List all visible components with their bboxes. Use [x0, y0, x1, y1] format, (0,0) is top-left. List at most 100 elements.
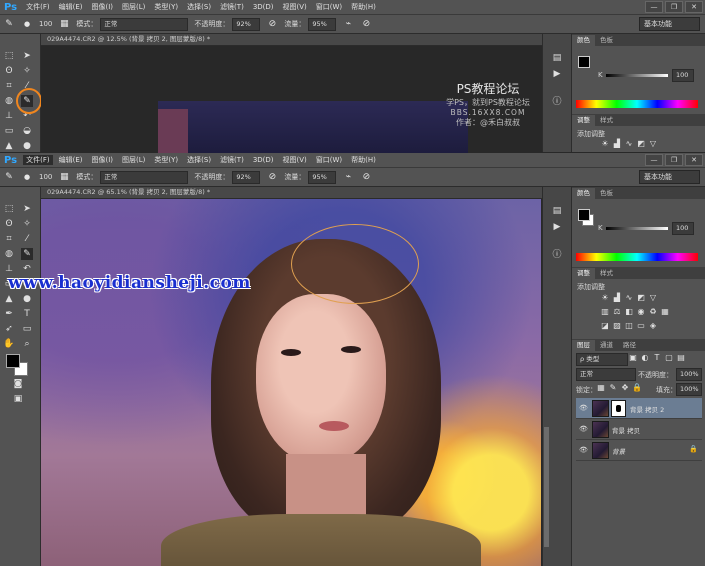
- opacity-input-2[interactable]: 92%: [232, 170, 261, 184]
- tab-adjustments[interactable]: 调整: [572, 115, 595, 126]
- history-panel-icon-2[interactable]: ▤: [551, 205, 563, 217]
- menu-3d-2[interactable]: 3D(D): [250, 156, 277, 164]
- pressure-opacity-icon[interactable]: ⊘: [266, 18, 278, 30]
- lock-move-icon[interactable]: ✥: [620, 383, 630, 393]
- path-select-icon[interactable]: ➶: [3, 323, 15, 335]
- k-slider-2[interactable]: [606, 227, 668, 230]
- menu-select-2[interactable]: 选择(S): [184, 155, 214, 165]
- brush-preset-icon[interactable]: ●: [21, 18, 33, 30]
- flow-input[interactable]: 95%: [308, 17, 337, 31]
- menu-window[interactable]: 窗口(W): [313, 2, 345, 12]
- menu-help-2[interactable]: 帮助(H): [348, 155, 379, 165]
- marquee-tool-icon[interactable]: ⬚: [3, 50, 15, 62]
- wand-tool-icon-2[interactable]: ✧: [21, 218, 33, 230]
- k-value-input[interactable]: 100: [672, 69, 694, 82]
- menu-edit-2[interactable]: 编辑(E): [56, 155, 86, 165]
- screen-mode-icon[interactable]: ▣: [12, 393, 24, 405]
- invert-icon[interactable]: ◪: [600, 321, 610, 331]
- type-tool-icon[interactable]: T: [21, 308, 33, 320]
- tab-paths[interactable]: 路径: [618, 340, 641, 351]
- quick-mask-icon[interactable]: ◙: [12, 378, 24, 390]
- tab-swatches[interactable]: 色板: [595, 35, 618, 46]
- zoom-tool-icon[interactable]: ⌕: [21, 338, 33, 350]
- stamp-tool-icon[interactable]: ⊥: [3, 110, 15, 122]
- color-lookup-icon[interactable]: ▦: [660, 307, 670, 317]
- crop-tool-icon[interactable]: ⌗: [3, 80, 15, 92]
- menu-file-2[interactable]: 文件(F): [23, 155, 53, 165]
- photo-filter-icon[interactable]: ◉: [636, 307, 646, 317]
- tab-color-2[interactable]: 颜色: [572, 188, 595, 199]
- exposure-icon[interactable]: ◩: [636, 139, 646, 149]
- menu-file[interactable]: 文件(F): [23, 2, 53, 12]
- menu-select[interactable]: 选择(S): [184, 2, 214, 12]
- wand-tool-icon[interactable]: ✧: [21, 65, 33, 77]
- layer-name[interactable]: 背景 拷贝: [612, 425, 640, 435]
- filter-smart-icon[interactable]: ▤: [676, 353, 686, 363]
- restore-button-2[interactable]: ❐: [665, 154, 683, 166]
- move-tool-icon-2[interactable]: ➤: [21, 203, 33, 215]
- exposure-icon-2[interactable]: ◩: [636, 293, 646, 303]
- color-spectrum-bar[interactable]: [576, 100, 698, 108]
- brush-tool-icon[interactable]: ✎: [3, 18, 15, 30]
- eyedropper-tool-icon-2[interactable]: ⁄: [21, 233, 33, 245]
- menu-type-2[interactable]: 类型(Y): [151, 155, 181, 165]
- move-tool-icon[interactable]: ➤: [21, 50, 33, 62]
- tab-styles[interactable]: 样式: [595, 115, 618, 126]
- layer-row[interactable]: 👁 背景 拷贝: [576, 419, 702, 440]
- color-spectrum-bar-2[interactable]: [576, 253, 698, 261]
- menu-filter[interactable]: 滤镜(T): [217, 2, 247, 12]
- lock-paint-icon[interactable]: ✎: [608, 383, 618, 393]
- mode-select-2[interactable]: 正常: [100, 170, 189, 184]
- black-white-icon[interactable]: ◧: [624, 307, 634, 317]
- posterize-icon[interactable]: ▨: [612, 321, 622, 331]
- pen-tool-icon[interactable]: ✒: [3, 308, 15, 320]
- properties-panel-icon[interactable]: ⓘ: [551, 96, 563, 108]
- layer-mask-thumbnail[interactable]: [611, 400, 626, 417]
- actions-panel-icon[interactable]: ▶: [551, 68, 563, 80]
- menu-3d[interactable]: 3D(D): [250, 3, 277, 11]
- brush-panel-icon-2[interactable]: ▦: [58, 171, 70, 183]
- brightness-icon[interactable]: ☀: [600, 139, 610, 149]
- filter-shape-icon[interactable]: ▢: [664, 353, 674, 363]
- close-button-2[interactable]: ✕: [685, 154, 703, 166]
- k-slider[interactable]: [606, 74, 668, 77]
- fill-input[interactable]: 100%: [676, 383, 702, 396]
- shape-tool-icon[interactable]: ▭: [21, 323, 33, 335]
- lasso-tool-icon[interactable]: ʘ: [3, 65, 15, 77]
- lock-all-icon[interactable]: 🔒: [632, 383, 642, 393]
- pressure-size-icon-2[interactable]: ⊘: [360, 171, 372, 183]
- visibility-eye-icon[interactable]: 👁: [579, 446, 588, 454]
- heal-tool-icon[interactable]: ◍: [3, 95, 15, 107]
- menu-layer[interactable]: 图层(L): [119, 2, 148, 12]
- menu-image[interactable]: 图像(I): [89, 2, 117, 12]
- filter-type-icon[interactable]: T: [652, 353, 662, 363]
- levels-icon-2[interactable]: ▟: [612, 293, 622, 303]
- tab-adjustments-2[interactable]: 调整: [572, 268, 595, 279]
- tab-channels[interactable]: 通道: [595, 340, 618, 351]
- visibility-eye-icon[interactable]: 👁: [579, 425, 588, 433]
- minimize-button-2[interactable]: —: [645, 154, 663, 166]
- dodge-tool-icon-2[interactable]: ●: [21, 293, 33, 305]
- workspace-select-2[interactable]: 基本功能: [639, 170, 700, 184]
- menu-layer-2[interactable]: 图层(L): [119, 155, 148, 165]
- opacity-input[interactable]: 92%: [232, 17, 261, 31]
- properties-panel-icon-2[interactable]: ⓘ: [551, 249, 563, 261]
- curves-icon-2[interactable]: ∿: [624, 293, 634, 303]
- menu-image-2[interactable]: 图像(I): [89, 155, 117, 165]
- vibrance-icon[interactable]: ▽: [648, 139, 658, 149]
- bottom-document-tab[interactable]: 029A4474.CR2 @ 65.1% (背景 拷贝 2, 图层蒙版/8) *: [41, 187, 547, 199]
- marquee-tool-icon-2[interactable]: ⬚: [3, 203, 15, 215]
- menu-window-2[interactable]: 窗口(W): [313, 155, 345, 165]
- foreground-color-swatch[interactable]: [6, 354, 20, 368]
- canvas-scrollbar[interactable]: [544, 427, 549, 547]
- layer-name[interactable]: 背景: [612, 446, 625, 456]
- layer-opacity-input[interactable]: 100%: [676, 368, 702, 381]
- menu-help[interactable]: 帮助(H): [348, 2, 379, 12]
- curves-icon[interactable]: ∿: [624, 139, 634, 149]
- menu-edit[interactable]: 编辑(E): [56, 2, 86, 12]
- channel-mixer-icon[interactable]: ♻: [648, 307, 658, 317]
- tab-layers[interactable]: 图层: [572, 340, 595, 351]
- dodge-tool-icon[interactable]: ●: [21, 140, 33, 152]
- gradient-map-icon[interactable]: ▭: [636, 321, 646, 331]
- flow-input-2[interactable]: 95%: [308, 170, 337, 184]
